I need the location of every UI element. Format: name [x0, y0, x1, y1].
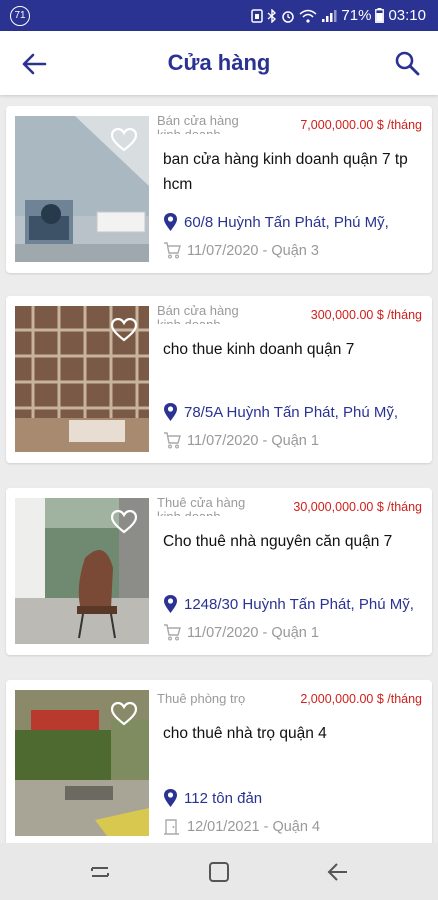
map-pin-icon: [164, 789, 177, 807]
listing-address: 1248/30 Huỳnh Tấn Phát, Phú Mỹ,: [163, 594, 414, 614]
address-text: 1248/30 Huỳnh Tấn Phát, Phú Mỹ,: [184, 595, 414, 613]
listing-card[interactable]: Thuê cửa hàng kinh doanh 30,000,000.00 $…: [6, 488, 432, 655]
listing-price: 2,000,000.00 $ /tháng: [300, 692, 422, 706]
notification-count-badge: 71: [10, 5, 30, 26]
listing-thumbnail[interactable]: [15, 306, 149, 452]
map-pin-icon: [164, 403, 177, 421]
listing-date-district: 11/07/2020 - Quận 3: [187, 242, 319, 259]
bluetooth-icon: [267, 8, 277, 23]
listing-category: Thuê cửa hàng kinh doanh: [157, 496, 246, 516]
listing-thumbnail[interactable]: [15, 498, 149, 644]
listing-card[interactable]: Bán cửa hàng kinh doanh 7,000,000.00 $ /…: [6, 106, 432, 273]
sim-icon: [251, 8, 264, 23]
heart-outline-icon[interactable]: [111, 702, 137, 726]
alarm-icon: [282, 10, 295, 23]
listing-thumbnail[interactable]: [15, 116, 149, 262]
listing-address: 112 tôn đản: [163, 788, 262, 808]
listing-date-district: 12/01/2021 - Quận 4: [187, 818, 321, 835]
listing-date-district: 11/07/2020 - Quận 1: [187, 432, 319, 449]
address-text: 112 tôn đản: [184, 789, 263, 807]
listing-address: 60/8 Huỳnh Tấn Phát, Phú Mỹ,: [163, 212, 389, 232]
recent-apps-icon[interactable]: [88, 862, 112, 882]
arrow-left-icon[interactable]: [20, 50, 48, 78]
listing-title[interactable]: cho thue kinh doanh quận 7: [163, 337, 425, 362]
signal-icon: [322, 9, 337, 22]
listing-address: 78/5A Huỳnh Tấn Phát, Phú Mỹ,: [163, 402, 398, 422]
listing-meta: 11/07/2020 - Quận 3: [163, 242, 319, 259]
address-text: 78/5A Huỳnh Tấn Phát, Phú Mỹ,: [184, 403, 399, 421]
listing-meta: 11/07/2020 - Quận 1: [163, 432, 319, 449]
cart-icon: [164, 242, 181, 259]
listing-category: Bán cửa hàng kinh doanh: [157, 304, 239, 324]
heart-outline-icon[interactable]: [111, 128, 137, 152]
listing-date-district: 11/07/2020 - Quận 1: [187, 624, 319, 641]
app-bar: Cửa hàng: [0, 31, 438, 95]
listing-card[interactable]: Bán cửa hàng kinh doanh 300,000.00 $ /th…: [6, 296, 432, 463]
address-text: 60/8 Huỳnh Tấn Phát, Phú Mỹ,: [184, 213, 389, 231]
listing-category: Thuê phòng trọ: [157, 692, 246, 706]
status-bar: 71 71% 03:10: [0, 0, 438, 31]
listing-price: 7,000,000.00 $ /tháng: [300, 118, 422, 132]
heart-outline-icon[interactable]: [111, 318, 137, 342]
listing-meta: 12/01/2021 - Quận 4: [163, 818, 320, 835]
clock-time: 03:10: [388, 7, 426, 24]
cart-icon: [164, 624, 181, 641]
status-left: 71: [10, 5, 30, 26]
listing-card[interactable]: Thuê phòng trọ 2,000,000.00 $ /tháng cho…: [6, 680, 432, 843]
listing-meta: 11/07/2020 - Quận 1: [163, 624, 319, 641]
door-icon: [164, 819, 179, 835]
listing-title[interactable]: cho thuê nhà trọ quận 4: [163, 721, 425, 746]
listing-thumbnail[interactable]: [15, 690, 149, 836]
status-right: 71% 03:10: [251, 7, 426, 24]
battery-percent: 71%: [341, 7, 372, 24]
listing-title[interactable]: ban cửa hàng kinh doanh quận 7 tp hcm: [163, 147, 425, 197]
listing-title[interactable]: Cho thuê nhà nguyên căn quận 7: [163, 529, 425, 554]
system-nav-bar: [0, 843, 438, 900]
listing-price: 30,000,000.00 $ /tháng: [293, 500, 422, 514]
listing-price: 300,000.00 $ /tháng: [310, 308, 422, 322]
wifi-icon: [299, 9, 317, 23]
cart-icon: [164, 432, 181, 449]
page-title: Cửa hàng: [167, 50, 271, 75]
home-icon[interactable]: [207, 860, 231, 884]
battery-icon: [375, 8, 385, 23]
system-back-icon[interactable]: [326, 861, 350, 883]
search-icon[interactable]: [394, 50, 420, 76]
map-pin-icon: [164, 595, 177, 613]
listing-list[interactable]: Bán cửa hàng kinh doanh 7,000,000.00 $ /…: [0, 98, 438, 843]
heart-outline-icon[interactable]: [111, 510, 137, 534]
listing-category: Bán cửa hàng kinh doanh: [157, 114, 239, 134]
map-pin-icon: [164, 213, 177, 231]
